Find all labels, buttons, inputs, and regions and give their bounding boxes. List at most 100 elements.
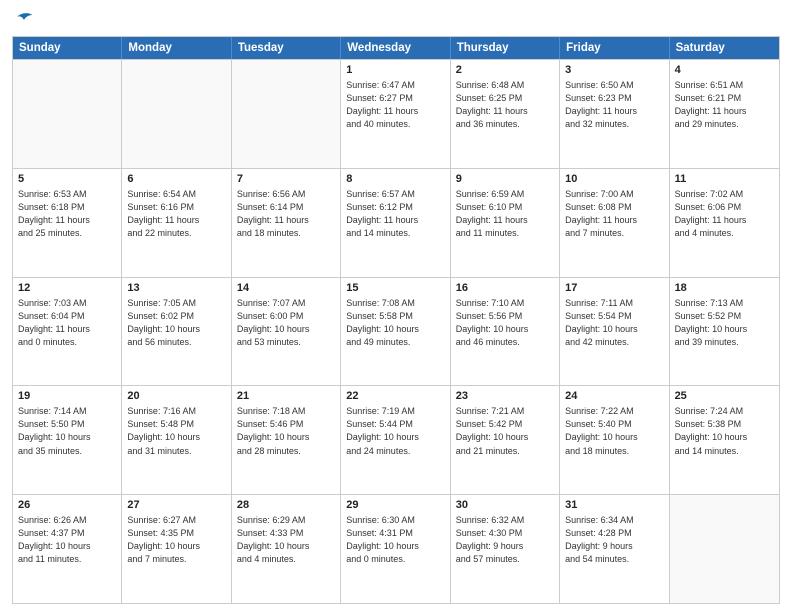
calendar-cell-day-9: 9 Sunrise: 6:59 AM Sunset: 6:10 PM Daylig… xyxy=(451,169,560,277)
calendar-cell-day-15: 15 Sunrise: 7:08 AM Sunset: 5:58 PM Dayli… xyxy=(341,278,450,386)
calendar-row-1: 1Sunrise: 6:47 AM Sunset: 6:27 PM Daylig… xyxy=(13,59,779,168)
day-info: Sunrise: 6:26 AM Sunset: 4:37 PM Dayligh… xyxy=(18,514,116,566)
calendar-cell-day-30: 30 Sunrise: 6:32 AM Sunset: 4:30 PM Dayli… xyxy=(451,495,560,603)
calendar: SundayMondayTuesdayWednesdayThursdayFrid… xyxy=(12,36,780,604)
day-number: 25 xyxy=(675,390,774,402)
day-info: Sunrise: 7:21 AM Sunset: 5:42 PM Dayligh… xyxy=(456,405,554,457)
day-number: 27 xyxy=(127,499,225,511)
weekday-header-saturday: Saturday xyxy=(670,37,779,59)
day-info: Sunrise: 6:29 AM Sunset: 4:33 PM Dayligh… xyxy=(237,514,335,566)
day-info: Sunrise: 7:18 AM Sunset: 5:46 PM Dayligh… xyxy=(237,405,335,457)
day-number: 10 xyxy=(565,173,663,185)
calendar-cell-day-20: 20Sunrise: 7:16 AM Sunset: 5:48 PM Dayli… xyxy=(122,386,231,494)
day-info: Sunrise: 6:32 AM Sunset: 4:30 PM Dayligh… xyxy=(456,514,554,566)
day-info: Sunrise: 7:24 AM Sunset: 5:38 PM Dayligh… xyxy=(675,405,774,457)
day-number: 12 xyxy=(18,282,116,294)
calendar-row-4: 19Sunrise: 7:14 AM Sunset: 5:50 PM Dayli… xyxy=(13,385,779,494)
day-number: 4 xyxy=(675,64,774,76)
day-info: Sunrise: 7:02 AM Sunset: 6:06 PM Dayligh… xyxy=(675,188,774,240)
day-info: Sunrise: 7:03 AM Sunset: 6:04 PM Dayligh… xyxy=(18,297,116,349)
day-info: Sunrise: 6:48 AM Sunset: 6:25 PM Dayligh… xyxy=(456,79,554,131)
day-info: Sunrise: 7:08 AM Sunset: 5:58 PM Dayligh… xyxy=(346,297,444,349)
calendar-cell-day-2: 2 Sunrise: 6:48 AM Sunset: 6:25 PM Daylig… xyxy=(451,60,560,168)
day-info: Sunrise: 7:13 AM Sunset: 5:52 PM Dayligh… xyxy=(675,297,774,349)
calendar-cell-empty xyxy=(670,495,779,603)
day-number: 2 xyxy=(456,64,554,76)
calendar-row-5: 26 Sunrise: 6:26 AM Sunset: 4:37 PM Dayli… xyxy=(13,494,779,603)
day-info: Sunrise: 6:30 AM Sunset: 4:31 PM Dayligh… xyxy=(346,514,444,566)
calendar-cell-day-14: 14 Sunrise: 7:07 AM Sunset: 6:00 PM Dayli… xyxy=(232,278,341,386)
day-number: 22 xyxy=(346,390,444,402)
weekday-header-tuesday: Tuesday xyxy=(232,37,341,59)
day-number: 14 xyxy=(237,282,335,294)
day-info: Sunrise: 6:34 AM Sunset: 4:28 PM Dayligh… xyxy=(565,514,663,566)
calendar-cell-day-26: 26 Sunrise: 6:26 AM Sunset: 4:37 PM Dayli… xyxy=(13,495,122,603)
day-number: 17 xyxy=(565,282,663,294)
calendar-cell-day-27: 27 Sunrise: 6:27 AM Sunset: 4:35 PM Dayli… xyxy=(122,495,231,603)
day-info: Sunrise: 6:27 AM Sunset: 4:35 PM Dayligh… xyxy=(127,514,225,566)
day-number: 21 xyxy=(237,390,335,402)
weekday-header-monday: Monday xyxy=(122,37,231,59)
day-info: Sunrise: 6:56 AM Sunset: 6:14 PM Dayligh… xyxy=(237,188,335,240)
calendar-row-3: 12 Sunrise: 7:03 AM Sunset: 6:04 PM Dayli… xyxy=(13,277,779,386)
day-number: 23 xyxy=(456,390,554,402)
calendar-cell-day-31: 31 Sunrise: 6:34 AM Sunset: 4:28 PM Dayli… xyxy=(560,495,669,603)
calendar-cell-day-19: 19Sunrise: 7:14 AM Sunset: 5:50 PM Dayli… xyxy=(13,386,122,494)
day-info: Sunrise: 7:11 AM Sunset: 5:54 PM Dayligh… xyxy=(565,297,663,349)
calendar-cell-day-16: 16 Sunrise: 7:10 AM Sunset: 5:56 PM Dayli… xyxy=(451,278,560,386)
calendar-cell-day-24: 24Sunrise: 7:22 AM Sunset: 5:40 PM Dayli… xyxy=(560,386,669,494)
weekday-header-sunday: Sunday xyxy=(13,37,122,59)
day-number: 1 xyxy=(346,64,444,76)
day-number: 5 xyxy=(18,173,116,185)
day-number: 20 xyxy=(127,390,225,402)
day-info: Sunrise: 7:19 AM Sunset: 5:44 PM Dayligh… xyxy=(346,405,444,457)
day-info: Sunrise: 6:59 AM Sunset: 6:10 PM Dayligh… xyxy=(456,188,554,240)
calendar-body: 1Sunrise: 6:47 AM Sunset: 6:27 PM Daylig… xyxy=(13,59,779,603)
calendar-cell-day-17: 17 Sunrise: 7:11 AM Sunset: 5:54 PM Dayli… xyxy=(560,278,669,386)
day-info: Sunrise: 7:22 AM Sunset: 5:40 PM Dayligh… xyxy=(565,405,663,457)
day-info: Sunrise: 7:14 AM Sunset: 5:50 PM Dayligh… xyxy=(18,405,116,457)
day-info: Sunrise: 6:57 AM Sunset: 6:12 PM Dayligh… xyxy=(346,188,444,240)
calendar-cell-day-1: 1Sunrise: 6:47 AM Sunset: 6:27 PM Daylig… xyxy=(341,60,450,168)
weekday-header-friday: Friday xyxy=(560,37,669,59)
day-info: Sunrise: 7:05 AM Sunset: 6:02 PM Dayligh… xyxy=(127,297,225,349)
calendar-cell-day-23: 23 Sunrise: 7:21 AM Sunset: 5:42 PM Dayli… xyxy=(451,386,560,494)
calendar-cell-day-10: 10Sunrise: 7:00 AM Sunset: 6:08 PM Dayli… xyxy=(560,169,669,277)
logo-bird-icon xyxy=(14,10,34,30)
calendar-cell-day-7: 7 Sunrise: 6:56 AM Sunset: 6:14 PM Daylig… xyxy=(232,169,341,277)
calendar-cell-day-28: 28 Sunrise: 6:29 AM Sunset: 4:33 PM Dayli… xyxy=(232,495,341,603)
calendar-cell-empty xyxy=(122,60,231,168)
weekday-header-wednesday: Wednesday xyxy=(341,37,450,59)
day-number: 13 xyxy=(127,282,225,294)
day-info: Sunrise: 7:07 AM Sunset: 6:00 PM Dayligh… xyxy=(237,297,335,349)
calendar-cell-day-18: 18 Sunrise: 7:13 AM Sunset: 5:52 PM Dayli… xyxy=(670,278,779,386)
day-number: 26 xyxy=(18,499,116,511)
calendar-row-2: 5 Sunrise: 6:53 AM Sunset: 6:18 PM Daylig… xyxy=(13,168,779,277)
day-number: 3 xyxy=(565,64,663,76)
calendar-cell-day-12: 12 Sunrise: 7:03 AM Sunset: 6:04 PM Dayli… xyxy=(13,278,122,386)
day-number: 6 xyxy=(127,173,225,185)
calendar-cell-day-4: 4Sunrise: 6:51 AM Sunset: 6:21 PM Daylig… xyxy=(670,60,779,168)
calendar-cell-day-6: 6Sunrise: 6:54 AM Sunset: 6:16 PM Daylig… xyxy=(122,169,231,277)
day-number: 7 xyxy=(237,173,335,185)
day-number: 31 xyxy=(565,499,663,511)
calendar-cell-day-11: 11 Sunrise: 7:02 AM Sunset: 6:06 PM Dayli… xyxy=(670,169,779,277)
day-number: 15 xyxy=(346,282,444,294)
calendar-cell-day-22: 22 Sunrise: 7:19 AM Sunset: 5:44 PM Dayli… xyxy=(341,386,450,494)
day-number: 8 xyxy=(346,173,444,185)
calendar-header: SundayMondayTuesdayWednesdayThursdayFrid… xyxy=(13,37,779,59)
calendar-cell-day-21: 21 Sunrise: 7:18 AM Sunset: 5:46 PM Dayli… xyxy=(232,386,341,494)
day-number: 9 xyxy=(456,173,554,185)
day-info: Sunrise: 6:50 AM Sunset: 6:23 PM Dayligh… xyxy=(565,79,663,131)
day-number: 30 xyxy=(456,499,554,511)
calendar-cell-day-5: 5 Sunrise: 6:53 AM Sunset: 6:18 PM Daylig… xyxy=(13,169,122,277)
day-number: 16 xyxy=(456,282,554,294)
day-info: Sunrise: 7:10 AM Sunset: 5:56 PM Dayligh… xyxy=(456,297,554,349)
day-number: 18 xyxy=(675,282,774,294)
calendar-cell-day-29: 29 Sunrise: 6:30 AM Sunset: 4:31 PM Dayli… xyxy=(341,495,450,603)
day-number: 11 xyxy=(675,173,774,185)
day-number: 29 xyxy=(346,499,444,511)
day-number: 28 xyxy=(237,499,335,511)
day-info: Sunrise: 6:53 AM Sunset: 6:18 PM Dayligh… xyxy=(18,188,116,240)
calendar-cell-day-25: 25 Sunrise: 7:24 AM Sunset: 5:38 PM Dayli… xyxy=(670,386,779,494)
